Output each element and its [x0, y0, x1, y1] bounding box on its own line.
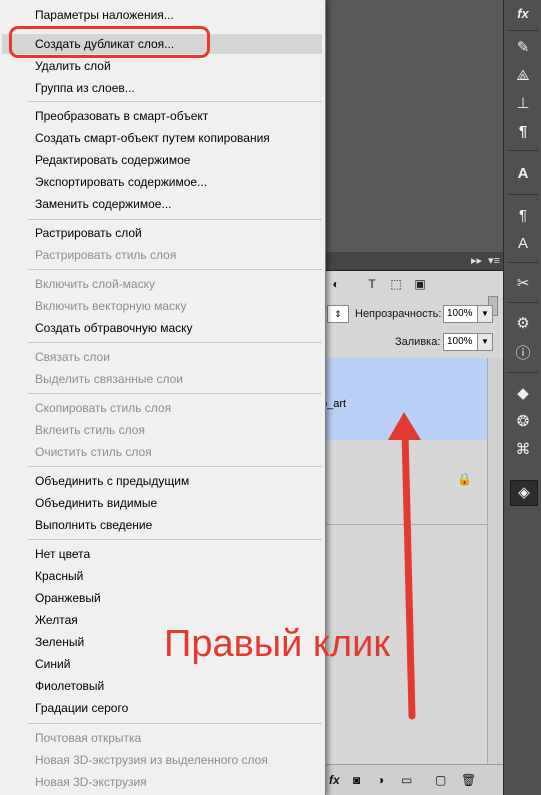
annotation-arrow [388, 412, 421, 720]
